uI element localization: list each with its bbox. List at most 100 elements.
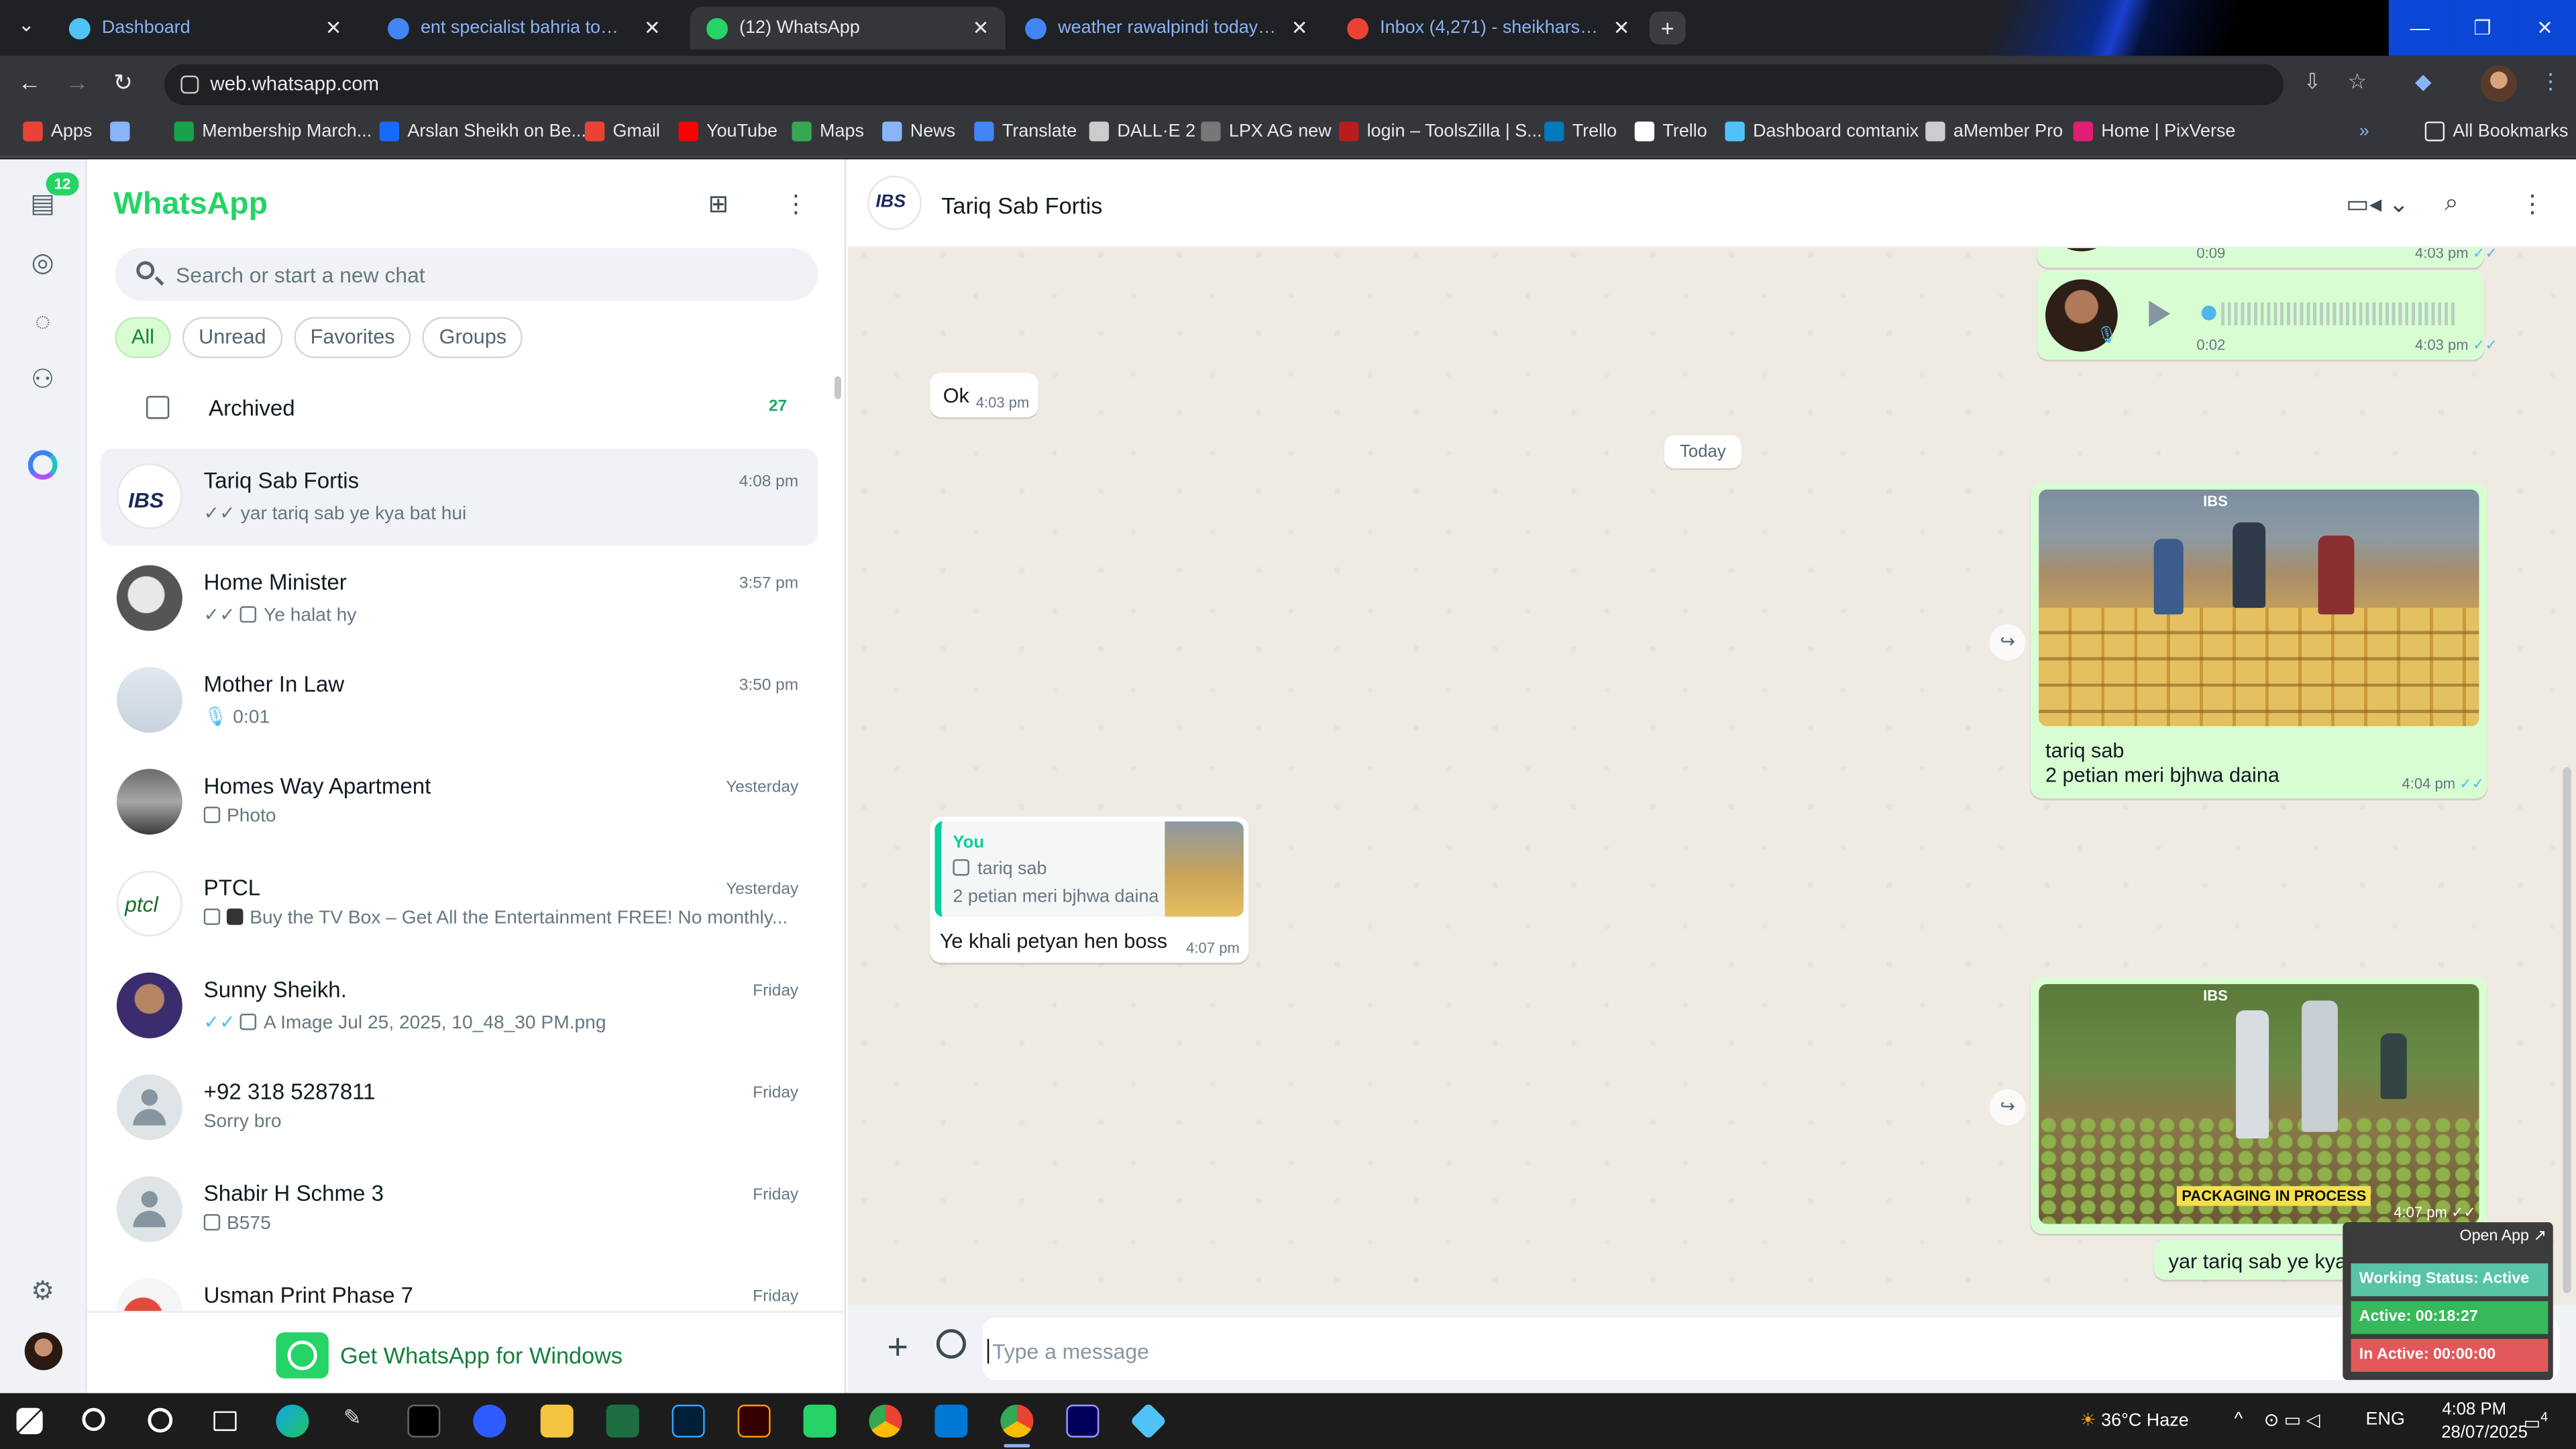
bookmark-behance[interactable]: Arslan Sheikh on Be...: [379, 121, 586, 142]
bookmark-star-icon[interactable]: ☆: [2348, 69, 2367, 95]
sticker-emoji-icon[interactable]: [936, 1329, 967, 1359]
bookmark-apps[interactable]: Apps: [23, 121, 92, 142]
zoom-icon[interactable]: [473, 1404, 506, 1438]
message-photo[interactable]: IBS: [2039, 489, 2479, 727]
notification-icon[interactable]: ▭4: [2524, 1409, 2548, 1434]
chat-scrollbar[interactable]: [2563, 767, 2571, 1293]
browser-menu-icon[interactable]: ⋮: [2540, 69, 2561, 95]
filter-all[interactable]: All: [115, 317, 171, 358]
tray-chevron-icon[interactable]: ^: [2235, 1409, 2243, 1429]
bookmark-news[interactable]: News: [882, 121, 955, 142]
bookmark-lpx[interactable]: LPX AG new: [1201, 121, 1332, 142]
chat-item[interactable]: Shabir H Schme 3 Friday B575: [100, 1161, 818, 1258]
bookmark-translate[interactable]: Translate: [974, 121, 1077, 142]
profile-avatar[interactable]: [2480, 65, 2517, 102]
message-input[interactable]: Type a message: [982, 1318, 2560, 1381]
get-whatsapp-windows-banner[interactable]: Get WhatsApp for Windows: [87, 1311, 847, 1393]
menu-dots-icon[interactable]: ⋮: [784, 189, 808, 219]
voice-waveform[interactable]: [2221, 302, 2457, 325]
edge-icon[interactable]: [276, 1404, 309, 1438]
attach-plus-icon[interactable]: +: [887, 1326, 908, 1368]
back-arrow-icon[interactable]: ←: [18, 69, 41, 95]
menu-dots-icon[interactable]: ⋮: [2520, 189, 2545, 219]
chat-item[interactable]: +92 318 5287811 Friday Sorry bro: [100, 1060, 818, 1157]
weather-widget[interactable]: ☀ 36°C Haze: [2080, 1409, 2188, 1431]
image-message[interactable]: IBS tariq sab 2 petian meri bjhwa daina …: [2030, 483, 2487, 799]
forward-arrow-icon[interactable]: →: [66, 69, 89, 95]
address-bar[interactable]: web.whatsapp.com: [164, 64, 2284, 105]
tab-dashboard[interactable]: Dashboard ✕: [52, 7, 358, 50]
task-view-icon[interactable]: [213, 1411, 237, 1432]
bookmark-amember[interactable]: aMember Pro: [1925, 121, 2063, 142]
chrome-icon[interactable]: [869, 1404, 902, 1438]
tab-whatsapp[interactable]: (12) WhatsApp ✕: [690, 6, 1006, 50]
bookmark-membership[interactable]: Membership March...: [174, 121, 372, 142]
forward-icon[interactable]: ↪: [1989, 1089, 2026, 1126]
bookmark-trello-2[interactable]: Trello: [1634, 121, 1707, 142]
vscode-icon[interactable]: [934, 1404, 968, 1438]
file-explorer-icon[interactable]: [540, 1404, 574, 1438]
close-tab-icon[interactable]: ✕: [1291, 16, 1308, 39]
photoshop-icon[interactable]: [672, 1404, 705, 1438]
tab-gmail[interactable]: Inbox (4,271) - sheikharsl01@g ✕: [1331, 7, 1646, 50]
close-tab-icon[interactable]: ✕: [325, 16, 342, 39]
new-tab-button[interactable]: +: [1649, 11, 1686, 45]
sidebar-scrollbar[interactable]: [835, 376, 841, 400]
forward-icon[interactable]: ↪: [1989, 624, 2026, 661]
archived-row[interactable]: Archived 27: [87, 380, 846, 439]
reload-icon[interactable]: ↻: [113, 69, 133, 97]
new-chat-icon[interactable]: ⊞: [708, 189, 729, 219]
search-input[interactable]: Search or start a new chat: [115, 248, 818, 301]
extensions-icon[interactable]: ◆: [2415, 69, 2431, 95]
terminal-icon[interactable]: [407, 1404, 441, 1438]
all-bookmarks-folder[interactable]: All Bookmarks: [2424, 121, 2569, 142]
tray-system-icons[interactable]: ⊙ ▭ ◁: [2264, 1409, 2320, 1431]
settings-gear-icon[interactable]: ⚙: [25, 1275, 61, 1311]
app-diamond-icon[interactable]: [1130, 1402, 1167, 1440]
close-tab-icon[interactable]: ✕: [1613, 16, 1630, 39]
bookmark-dalle[interactable]: DALL·E 2: [1089, 121, 1195, 142]
contact-avatar[interactable]: IBS: [867, 176, 922, 230]
chat-item[interactable]: IBS Tariq Sab Fortis 4:08 pm ✓✓ yar tari…: [100, 448, 818, 546]
video-call-icon[interactable]: ▭◂ ⌄: [2346, 189, 2409, 219]
chat-item[interactable]: ptcl PTCL Yesterday Buy the TV Box – Get…: [100, 856, 818, 953]
site-info-icon[interactable]: [180, 75, 199, 94]
pen-icon[interactable]: ✎: [343, 1405, 376, 1438]
minimize-button[interactable]: —: [2388, 0, 2451, 56]
cortana-icon[interactable]: [148, 1407, 173, 1433]
incoming-message[interactable]: Ok 4:03 pm: [930, 372, 1038, 418]
search-icon[interactable]: [82, 1407, 105, 1432]
chat-header[interactable]: IBS Tariq Sab Fortis ▭◂ ⌄ ⌕ ⋮: [847, 159, 2576, 248]
bookmark-grid[interactable]: [110, 121, 138, 142]
bookmark-youtube[interactable]: YouTube: [678, 121, 777, 142]
filter-unread[interactable]: Unread: [182, 317, 282, 358]
chat-item[interactable]: Homes Way Apartment Yesterday Photo: [100, 754, 818, 851]
message-photo[interactable]: IBS PACKAGING IN PROCESS 4:07 pm ✓✓: [2039, 983, 2479, 1224]
filter-favorites[interactable]: Favorites: [294, 317, 412, 358]
reply-message[interactable]: You tariq sab 2 petian meri bjhwa daina …: [930, 816, 1249, 963]
image-message[interactable]: IBS PACKAGING IN PROCESS 4:07 pm ✓✓: [2030, 977, 2487, 1234]
profile-avatar[interactable]: [24, 1332, 63, 1371]
start-windows-icon[interactable]: [16, 1407, 43, 1434]
chrome-active-icon[interactable]: [1000, 1404, 1034, 1438]
excel-icon[interactable]: [606, 1404, 639, 1438]
chat-item[interactable]: Mother In Law 3:50 pm 🎙 0:01: [100, 652, 818, 749]
whatsapp-icon[interactable]: [803, 1404, 837, 1438]
status-icon[interactable]: ◎: [25, 246, 61, 282]
bookmark-pixverse[interactable]: Home | PixVerse: [2073, 121, 2235, 142]
language-indicator[interactable]: ENG: [2366, 1409, 2405, 1429]
communities-icon[interactable]: ⚇: [25, 363, 61, 399]
quoted-message[interactable]: You tariq sab 2 petian meri bjhwa daina: [934, 821, 1244, 917]
bookmark-toolszilla[interactable]: login – ToolsZilla | S...: [1338, 121, 1542, 142]
play-icon[interactable]: [2149, 301, 2171, 327]
tab-weather[interactable]: weather rawalpindi today - Goo ✕: [1009, 7, 1324, 50]
meta-ai-icon[interactable]: [28, 450, 58, 480]
install-app-icon[interactable]: ⇩: [2303, 69, 2321, 95]
bookmark-gmail[interactable]: Gmail: [584, 121, 660, 142]
search-icon[interactable]: ⌕: [2445, 189, 2459, 217]
more-bookmarks-icon[interactable]: »: [2359, 121, 2369, 141]
bookmark-dashboard-comtanix[interactable]: Dashboard comtanix: [1725, 121, 1919, 142]
bookmark-maps[interactable]: Maps: [792, 121, 864, 142]
voice-message[interactable]: 🎙 0:02 4:03 pm ✓✓: [2037, 271, 2498, 360]
tab-search-ent[interactable]: ent specialist bahria town rawal ✕: [371, 7, 677, 50]
